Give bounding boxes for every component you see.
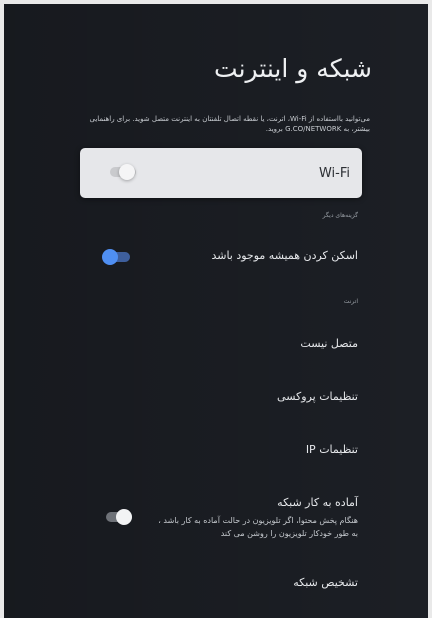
wifi-toggle-row[interactable]: Wi-Fi bbox=[80, 148, 362, 198]
network-diagnostics-item[interactable]: تشخیص شبکه bbox=[293, 576, 358, 589]
network-standby-switch-knob bbox=[116, 509, 132, 525]
settings-panel: شبکه و اینترنت می‌توانید بااستفاده از Wi… bbox=[4, 4, 428, 618]
proxy-settings-item[interactable]: تنظیمات پروکسی bbox=[277, 390, 358, 403]
ethernet-header: اترنت bbox=[343, 298, 358, 305]
network-standby-description: هنگام پخش محتوا، اگر تلویزیون در حالت آم… bbox=[158, 516, 358, 538]
network-standby-switch[interactable] bbox=[104, 509, 134, 525]
ip-settings-item[interactable]: تنظیمات IP bbox=[306, 443, 358, 456]
wifi-switch-knob bbox=[119, 164, 135, 180]
ethernet-status-item[interactable]: متصل نیست bbox=[300, 337, 358, 350]
always-scan-switch-knob bbox=[102, 249, 118, 265]
always-scan-label: اسکن کردن همیشه موجود باشد bbox=[211, 249, 358, 262]
wifi-label: Wi-Fi bbox=[318, 166, 350, 181]
network-standby-title: آماده به کار شبکه bbox=[277, 496, 358, 509]
always-scan-switch[interactable] bbox=[102, 249, 132, 265]
page-description: می‌توانید بااستفاده از Wi-Fi، اترنت، یا … bbox=[89, 115, 370, 133]
wifi-switch[interactable] bbox=[108, 164, 138, 180]
page-title: شبکه و اینترنت bbox=[214, 54, 372, 83]
other-options-header: گزینه‌های دیگر bbox=[322, 212, 358, 219]
